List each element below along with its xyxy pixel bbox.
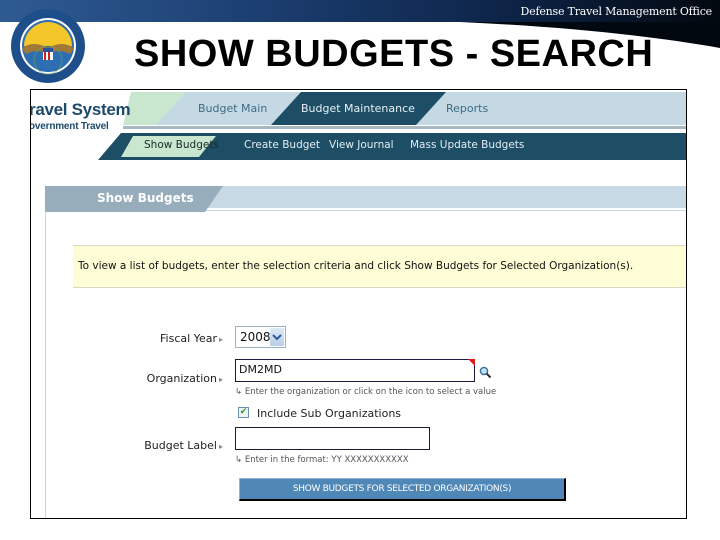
fiscal-year-label: Fiscal Year ▸ — [160, 332, 223, 345]
organization-hint-text: Enter the organization or click on the i… — [244, 387, 497, 397]
organization-name: Defense Travel Management Office — [520, 5, 713, 18]
budget-label-label-text: Budget Label — [144, 439, 217, 452]
organization-value: DM2MD — [239, 363, 282, 376]
label-arrow-icon: ▸ — [218, 335, 223, 344]
show-budgets-button[interactable]: SHOW BUDGETS FOR SELECTED ORGANIZATION(S… — [239, 478, 566, 501]
budget-label-input[interactable] — [235, 427, 430, 450]
app-screenshot: ravel System overnment Travel Budget Mai… — [30, 89, 687, 519]
fiscal-year-select[interactable]: 2008 — [235, 326, 286, 348]
hint-arrow-icon: ↳ — [235, 455, 243, 465]
slide-title: SHOW BUDGETS - SEARCH — [134, 33, 654, 75]
subnav-view-journal[interactable]: View Journal — [329, 139, 394, 151]
dod-seal-icon — [11, 9, 85, 83]
info-message-box: To view a list of budgets, enter the sel… — [73, 245, 686, 288]
organization-label-text: Organization — [146, 372, 217, 385]
tab-budget-maintenance[interactable]: Budget Maintenance — [301, 102, 415, 115]
magnifier-icon[interactable] — [479, 366, 492, 379]
label-arrow-icon: ▸ — [218, 375, 223, 384]
required-indicator-icon — [468, 359, 475, 366]
tab-budget-main[interactable]: Budget Main — [198, 102, 267, 115]
budget-label-hint-text: Enter in the format: YY XXXXXXXXXXX — [244, 455, 409, 465]
section-title: Show Budgets — [97, 191, 194, 205]
subnav-create-budget[interactable]: Create Budget — [244, 139, 320, 151]
brand-title: ravel System — [30, 100, 131, 119]
budget-label-label: Budget Label ▸ — [144, 439, 223, 452]
label-arrow-icon: ▸ — [218, 442, 223, 451]
fiscal-year-label-text: Fiscal Year — [160, 332, 217, 345]
brand-subtitle: overnment Travel — [30, 121, 109, 132]
fiscal-year-value: 2008 — [240, 330, 271, 344]
hint-arrow-icon: ↳ — [235, 387, 243, 397]
include-sub-orgs-label: Include Sub Organizations — [257, 407, 402, 420]
organization-label: Organization ▸ — [147, 372, 223, 385]
subnav-show-budgets[interactable]: Show Budgets — [144, 139, 219, 151]
subnav-mass-update-budgets[interactable]: Mass Update Budgets — [410, 139, 524, 151]
section-border — [45, 212, 46, 518]
tab-reports[interactable]: Reports — [446, 102, 488, 115]
include-sub-orgs-checkbox[interactable]: ✔ — [238, 407, 249, 418]
organization-hint: ↳ Enter the organization or click on the… — [235, 387, 496, 397]
info-message: To view a list of budgets, enter the sel… — [78, 260, 634, 272]
organization-input[interactable]: DM2MD — [235, 359, 475, 382]
budget-label-hint: ↳ Enter in the format: YY XXXXXXXXXXX — [235, 455, 409, 465]
chevron-down-icon[interactable] — [270, 328, 284, 346]
